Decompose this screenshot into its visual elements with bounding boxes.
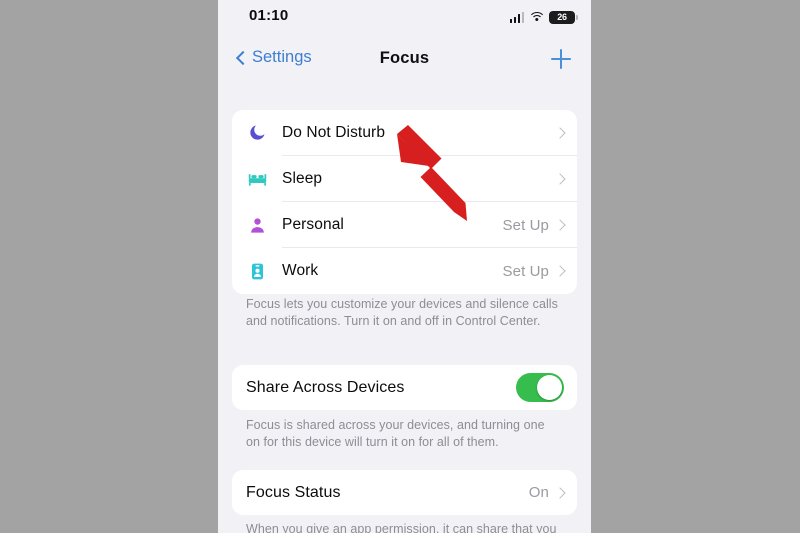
chevron-right-icon: [554, 127, 566, 139]
list-item-sleep[interactable]: Sleep: [232, 156, 577, 202]
chevron-right-icon: [554, 219, 566, 231]
cellular-bars-icon: [509, 11, 524, 23]
list-item-label: Personal: [282, 216, 344, 233]
list-item-do-not-disturb[interactable]: Do Not Disturb: [232, 110, 577, 156]
share-across-devices-label: Share Across Devices: [246, 378, 405, 396]
chevron-right-icon: [554, 486, 566, 499]
id-badge-icon: [246, 260, 268, 282]
list-item-label: Sleep: [282, 170, 323, 187]
row-share-across-devices: Share Across Devices: [232, 365, 577, 410]
share-across-devices-footer-text: Focus is shared across your devices, and…: [246, 418, 545, 449]
focus-modes-card: Do Not Disturb Sleep Personal Set Up Wor…: [232, 110, 577, 294]
list-item-value: Set Up: [502, 216, 549, 234]
wifi-icon: [528, 11, 545, 23]
list-item-focus-status[interactable]: Focus Status On: [232, 470, 577, 515]
focus-status-footer-text: When you give an app permission, it can …: [246, 522, 557, 533]
chevron-right-icon: [554, 265, 566, 277]
share-across-devices-card: Share Across Devices: [232, 365, 577, 410]
share-across-devices-toggle[interactable]: [516, 373, 564, 402]
status-bar-indicators: 26: [509, 9, 578, 25]
status-bar: 01:10 26: [218, 0, 591, 34]
navigation-bar: Settings Focus: [218, 40, 591, 82]
battery-percent-label: 26: [557, 12, 567, 22]
status-bar-time: 01:10: [249, 7, 289, 24]
battery-icon: 26: [549, 10, 578, 24]
toggle-knob: [537, 375, 562, 400]
focus-modes-footer-text: Focus lets you customize your devices an…: [246, 297, 558, 328]
focus-status-value: On: [528, 484, 549, 501]
bed-icon: [246, 168, 268, 190]
plus-icon[interactable]: [548, 46, 574, 72]
focus-status-label: Focus Status: [246, 483, 341, 501]
list-item-personal[interactable]: Personal Set Up: [232, 202, 577, 248]
person-icon: [246, 214, 268, 236]
phone-screen: 01:10 26 Settings Focus Do Not Disturb S…: [218, 0, 591, 533]
list-item-label: Do Not Disturb: [282, 124, 386, 141]
chevron-right-icon: [554, 173, 566, 185]
focus-status-card: Focus Status On: [232, 470, 577, 515]
list-item-work[interactable]: Work Set Up: [232, 248, 577, 294]
page-title: Focus: [379, 49, 430, 67]
list-item-label: Work: [282, 262, 319, 279]
moon-icon: [246, 122, 268, 144]
list-item-value: Set Up: [502, 262, 549, 280]
